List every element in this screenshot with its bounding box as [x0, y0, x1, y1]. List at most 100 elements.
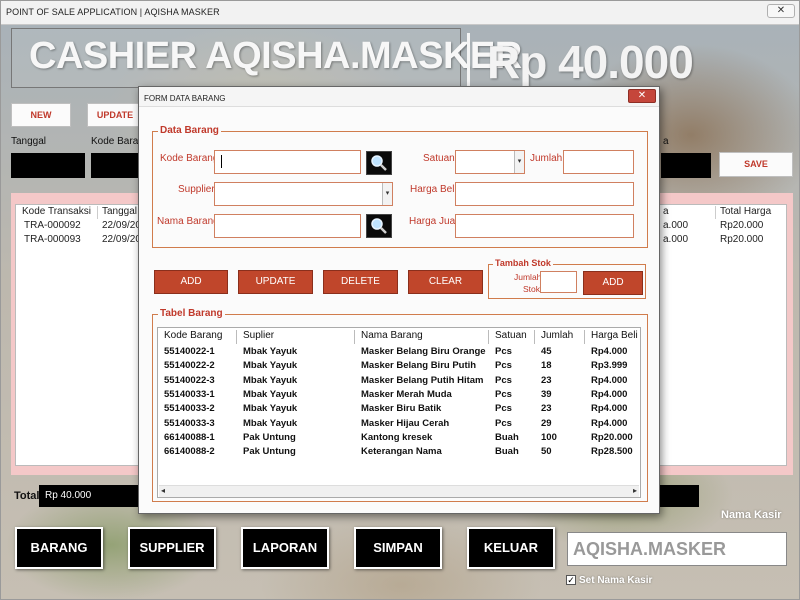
- table-cell[interactable]: 55140033-1: [158, 389, 215, 400]
- table-cell[interactable]: 23: [535, 403, 552, 414]
- harga-beli-input[interactable]: [455, 182, 634, 206]
- column-header[interactable]: Harga Beli: [585, 330, 640, 344]
- table-cell[interactable]: Pak Untung: [237, 432, 296, 443]
- table-cell[interactable]: Mbak Yayuk: [237, 360, 297, 371]
- tanggal-field[interactable]: [11, 153, 85, 178]
- table-cell[interactable]: Kantong kresek: [355, 432, 432, 443]
- table-cell[interactable]: Rp28.500: [585, 446, 633, 457]
- table-cell[interactable]: 100: [535, 432, 557, 443]
- table-cell[interactable]: 55140022-1: [158, 346, 215, 357]
- table-cell[interactable]: 55140022-3: [158, 375, 215, 386]
- table-cell[interactable]: 45: [535, 346, 552, 357]
- table-cell[interactable]: Masker Belang Putih Hitam: [355, 375, 483, 386]
- table-cell[interactable]: Pcs: [489, 418, 512, 429]
- set-kasir-checkbox[interactable]: ✓: [566, 575, 576, 585]
- table-cell[interactable]: 18: [535, 360, 552, 371]
- table-cell[interactable]: Rp20.000: [716, 220, 763, 231]
- table-cell[interactable]: TRA-000093: [20, 234, 81, 245]
- table-cell[interactable]: Pcs: [489, 403, 512, 414]
- table-cell[interactable]: a.000: [659, 220, 688, 231]
- table-cell[interactable]: Rp3.999: [585, 360, 627, 371]
- search-nama-barang-button[interactable]: [366, 214, 392, 238]
- table-cell[interactable]: 50: [535, 446, 552, 457]
- table-cell[interactable]: a.000: [659, 234, 688, 245]
- supplier-nav-button[interactable]: SUPPLIER: [128, 527, 216, 569]
- table-cell[interactable]: Pcs: [489, 346, 512, 357]
- keluar-nav-button[interactable]: KELUAR: [467, 527, 555, 569]
- table-cell[interactable]: Rp4.000: [585, 418, 627, 429]
- column-header[interactable]: Nama Barang: [355, 330, 489, 344]
- table-cell[interactable]: Mbak Yayuk: [237, 375, 297, 386]
- table-cell[interactable]: Pcs: [489, 375, 512, 386]
- simpan-nav-button[interactable]: SIMPAN: [354, 527, 442, 569]
- table-cell[interactable]: Rp4.000: [585, 389, 627, 400]
- scroll-right-icon[interactable]: ▸: [633, 486, 637, 495]
- table-cell[interactable]: Rp4.000: [585, 375, 627, 386]
- satuan-select[interactable]: ▾: [455, 150, 525, 174]
- table-cell[interactable]: Pak Untung: [237, 446, 296, 457]
- column-header[interactable]: Suplier: [237, 330, 355, 344]
- new-button[interactable]: NEW: [11, 103, 71, 127]
- window-close-button[interactable]: ✕: [767, 4, 795, 18]
- column-header[interactable]: a: [659, 206, 716, 219]
- table-cell[interactable]: TRA-000092: [20, 220, 81, 231]
- header-divider: [467, 33, 470, 89]
- column-header[interactable]: Jumlah: [535, 330, 585, 344]
- table-cell[interactable]: Buah: [489, 446, 519, 457]
- table-cell[interactable]: Mbak Yayuk: [237, 403, 297, 414]
- table-cell[interactable]: Rp4.000: [585, 346, 627, 357]
- column-header[interactable]: Total Harga: [716, 206, 786, 219]
- dialog-close-button[interactable]: ✕: [628, 89, 656, 103]
- kode-barang-field[interactable]: [91, 153, 141, 178]
- table-cell[interactable]: Mbak Yayuk: [237, 418, 297, 429]
- partial-right-field[interactable]: [661, 153, 711, 178]
- table-cell[interactable]: 66140088-1: [158, 432, 215, 443]
- column-header[interactable]: Kode Barang: [158, 330, 237, 344]
- table-cell[interactable]: Keterangan Nama: [355, 446, 442, 457]
- table-cell[interactable]: Rp20.000: [585, 432, 633, 443]
- table-cell[interactable]: Rp4.000: [585, 403, 627, 414]
- table-cell[interactable]: Buah: [489, 432, 519, 443]
- table-cell[interactable]: 39: [535, 389, 552, 400]
- update-barang-button[interactable]: UPDATE: [238, 270, 313, 294]
- table-cell[interactable]: 55140033-2: [158, 403, 215, 414]
- table-cell[interactable]: 23: [535, 375, 552, 386]
- column-header[interactable]: Kode Transaksi: [18, 206, 98, 219]
- table-cell[interactable]: Masker Belang Biru Orange: [355, 346, 486, 357]
- table-cell[interactable]: Pcs: [489, 360, 512, 371]
- chevron-down-icon: ▾: [382, 183, 392, 205]
- tambah-stok-add-button[interactable]: ADD: [583, 271, 643, 295]
- search-kode-barang-button[interactable]: [366, 151, 392, 175]
- kasir-name-value: AQISHA.MASKER: [573, 539, 727, 559]
- kode-barang-label: Kode Barang: [160, 153, 219, 164]
- table-cell[interactable]: 29: [535, 418, 552, 429]
- tambah-stok-input[interactable]: [540, 271, 577, 293]
- table-cell[interactable]: Pcs: [489, 389, 512, 400]
- add-barang-button[interactable]: ADD: [154, 270, 228, 294]
- table-cell[interactable]: 55140022-2: [158, 360, 215, 371]
- barang-table[interactable]: Kode Barang Suplier Nama Barang Satuan J…: [157, 327, 641, 498]
- barang-nav-button[interactable]: BARANG: [15, 527, 103, 569]
- table-cell[interactable]: 66140088-2: [158, 446, 215, 457]
- horizontal-scrollbar[interactable]: ◂ ▸: [159, 485, 639, 497]
- table-cell[interactable]: 55140033-3: [158, 418, 215, 429]
- table-cell[interactable]: Masker Merah Muda: [355, 389, 452, 400]
- table-cell[interactable]: Masker Belang Biru Putih: [355, 360, 476, 371]
- table-cell[interactable]: Mbak Yayuk: [237, 389, 297, 400]
- save-button[interactable]: SAVE: [719, 152, 793, 177]
- laporan-nav-button[interactable]: LAPORAN: [241, 527, 329, 569]
- scroll-left-icon[interactable]: ◂: [161, 486, 165, 495]
- table-cell[interactable]: Masker Biru Batik: [355, 403, 441, 414]
- table-cell[interactable]: Mbak Yayuk: [237, 346, 297, 357]
- column-header[interactable]: Satuan: [489, 330, 535, 344]
- table-cell[interactable]: Masker Hijau Cerah: [355, 418, 449, 429]
- clear-button[interactable]: CLEAR: [408, 270, 483, 294]
- kode-barang-input[interactable]: [214, 150, 361, 174]
- update-button[interactable]: UPDATE: [87, 103, 143, 127]
- delete-barang-button[interactable]: DELETE: [323, 270, 398, 294]
- jumlah-input[interactable]: [563, 150, 634, 174]
- harga-jual-input[interactable]: [455, 214, 634, 238]
- table-cell[interactable]: Rp20.000: [716, 234, 763, 245]
- nama-barang-input[interactable]: [214, 214, 361, 238]
- supplier-select[interactable]: ▾: [214, 182, 393, 206]
